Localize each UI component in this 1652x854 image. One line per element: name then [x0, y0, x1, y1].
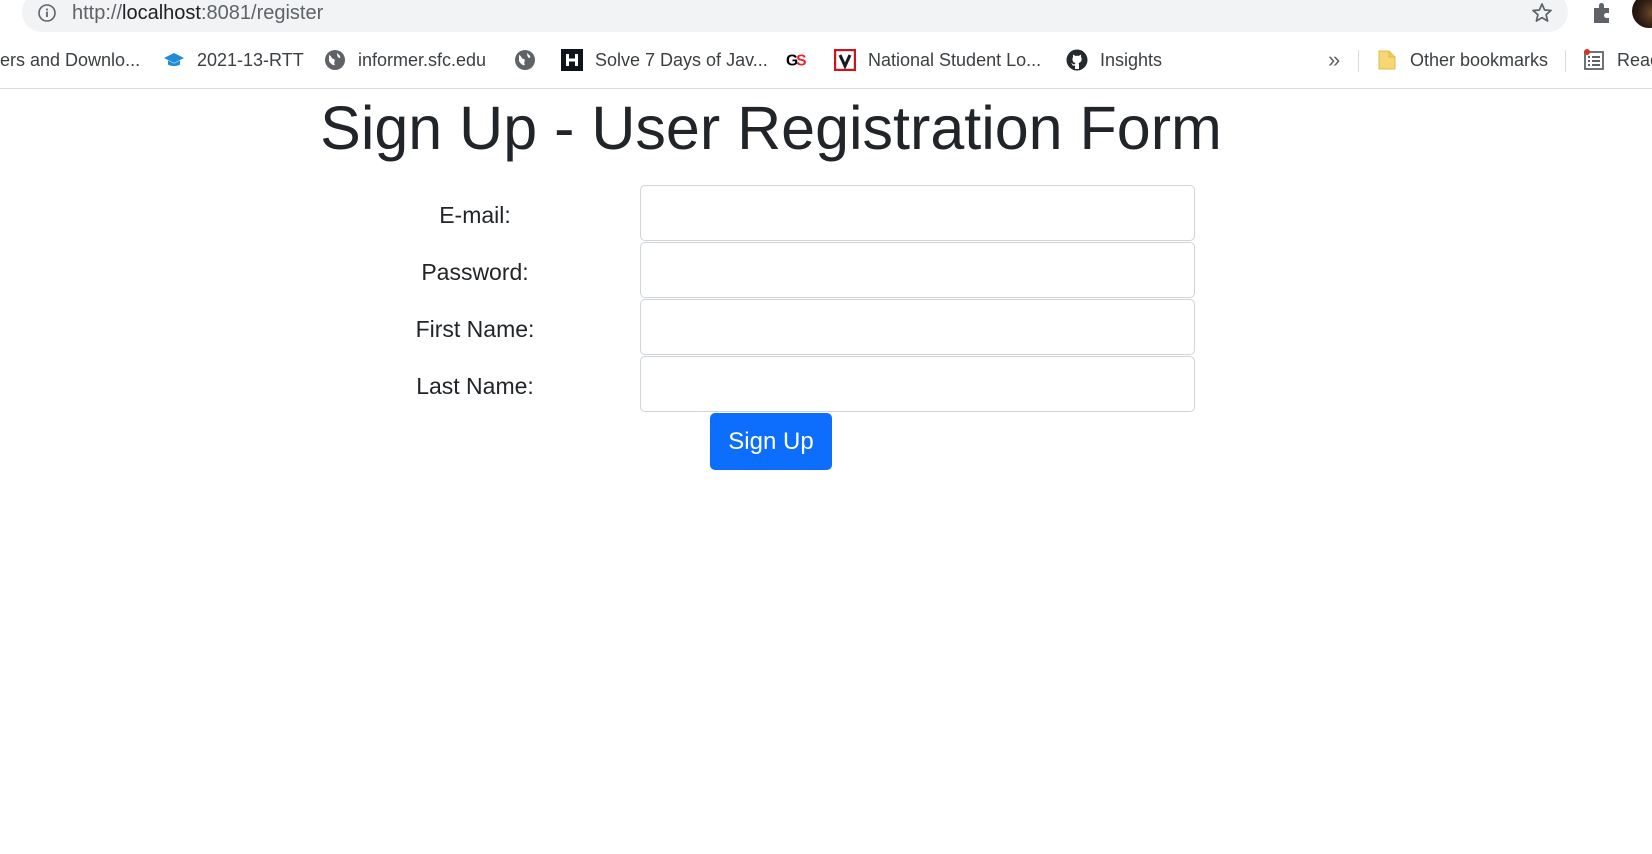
bookmarks-bar: ers and Downlo... 2021-13-RTT informer.s…: [0, 44, 1652, 76]
first-name-label: First Name:: [415, 316, 535, 342]
bookmark-item[interactable]: National Student Lo...: [834, 44, 1041, 76]
password-label: Password:: [421, 259, 529, 285]
url-prefix: http://: [72, 2, 123, 24]
bookmark-item[interactable]: G S: [786, 44, 820, 76]
other-bookmarks-button[interactable]: Other bookmarks: [1376, 44, 1548, 76]
bookmark-label: Solve 7 Days of Jav...: [595, 49, 768, 70]
url-path: :8081/register: [200, 2, 324, 24]
gs-icon: G S: [786, 49, 808, 71]
page-title: Sign Up - User Registration Form: [320, 94, 1222, 162]
bookmark-item[interactable]: Solve 7 Days of Jav...: [561, 44, 768, 76]
hackerrank-icon: [561, 49, 583, 71]
url-host: localhost: [122, 2, 201, 24]
graduation-cap-icon: [163, 49, 185, 71]
bookmark-item[interactable]: 2021-13-RTT: [163, 44, 304, 76]
browser-chrome: http://localhost:8081/register ers and D…: [0, 0, 1652, 89]
reading-list-button[interactable]: Reac: [1583, 44, 1652, 76]
github-icon: [1066, 49, 1088, 71]
reading-list-icon: [1583, 49, 1605, 71]
bookmark-label: 2021-13-RTT: [197, 49, 304, 70]
bookmark-item[interactable]: [514, 44, 548, 76]
bookmark-label: Insights: [1100, 49, 1163, 70]
globe-icon: [324, 49, 346, 71]
address-bar[interactable]: http://localhost:8081/register: [22, 0, 1568, 32]
email-label: E-mail:: [439, 202, 511, 228]
bookmark-item[interactable]: informer.sfc.edu: [324, 44, 486, 76]
bookmarks-divider: [1358, 50, 1359, 72]
puzzle-icon[interactable]: [1590, 0, 1614, 26]
email-field[interactable]: [640, 185, 1195, 241]
star-icon[interactable]: [1530, 1, 1554, 25]
first-name-field[interactable]: [640, 299, 1195, 355]
password-field[interactable]: [640, 242, 1195, 298]
svg-text:S: S: [796, 53, 806, 70]
bookmark-item[interactable]: ers and Downlo...: [0, 44, 140, 76]
reading-list-label: Reac: [1617, 49, 1652, 70]
sign-up-button[interactable]: Sign Up: [710, 413, 832, 470]
bookmark-label: National Student Lo...: [868, 49, 1042, 70]
globe-icon: [514, 49, 536, 71]
bookmark-label: ers and Downlo...: [0, 49, 141, 70]
bookmark-label: informer.sfc.edu: [358, 49, 487, 70]
other-bookmarks-label: Other bookmarks: [1410, 49, 1549, 70]
bookmark-item[interactable]: Insights: [1066, 44, 1162, 76]
address-url[interactable]: http://localhost:8081/register: [72, 2, 323, 24]
bookmarks-overflow-button[interactable]: »: [1328, 44, 1340, 76]
overflow-label: »: [1328, 47, 1341, 72]
info-icon[interactable]: [38, 4, 56, 22]
last-name-field[interactable]: [640, 356, 1195, 412]
folder-icon: [1376, 49, 1398, 71]
v-icon: [834, 49, 856, 71]
bookmarks-divider: [1565, 50, 1566, 72]
profile-avatar[interactable]: [1632, 0, 1652, 28]
last-name-label: Last Name:: [416, 373, 534, 399]
